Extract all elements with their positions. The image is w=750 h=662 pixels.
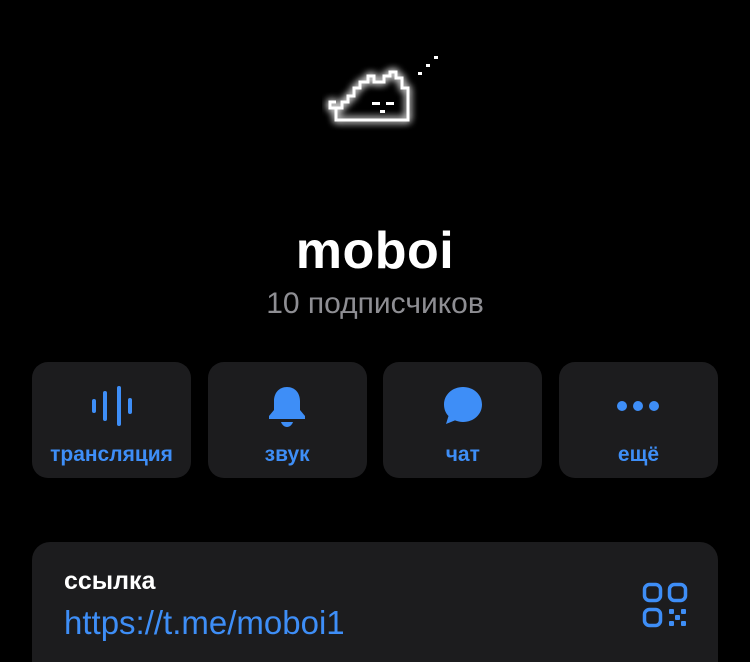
chat-label: чат: [445, 443, 480, 466]
invite-link[interactable]: https://t.me/moboi1: [64, 602, 345, 644]
chat-bubble-icon: [441, 384, 485, 428]
channel-avatar[interactable]: [322, 48, 446, 138]
voice-chat-button[interactable]: трансляция: [32, 362, 191, 478]
link-caption: ссылка: [64, 567, 156, 595]
qr-code-icon[interactable]: [642, 582, 688, 628]
chat-button[interactable]: чат: [383, 362, 543, 478]
channel-title: moboi: [295, 222, 455, 280]
more-label: ещё: [617, 443, 659, 466]
voice-chat-label: трансляция: [50, 443, 173, 466]
invite-link-card: ссылка https://t.me/moboi1: [32, 542, 718, 662]
bell-icon: [265, 384, 309, 428]
sound-button[interactable]: звук: [207, 362, 367, 478]
action-buttons-row: трансляция звук чат ещё: [32, 362, 718, 478]
voice-chat-icon: [90, 384, 134, 428]
sound-label: звук: [264, 443, 310, 466]
channel-profile-page: moboi 10 подписчиков трансляция звук чат…: [0, 0, 750, 662]
subscriber-count: 10 подписчиков: [266, 287, 484, 320]
sleeping-cat-icon: [328, 56, 438, 122]
more-button[interactable]: ещё: [558, 362, 718, 478]
more-dots-icon: [616, 384, 660, 428]
